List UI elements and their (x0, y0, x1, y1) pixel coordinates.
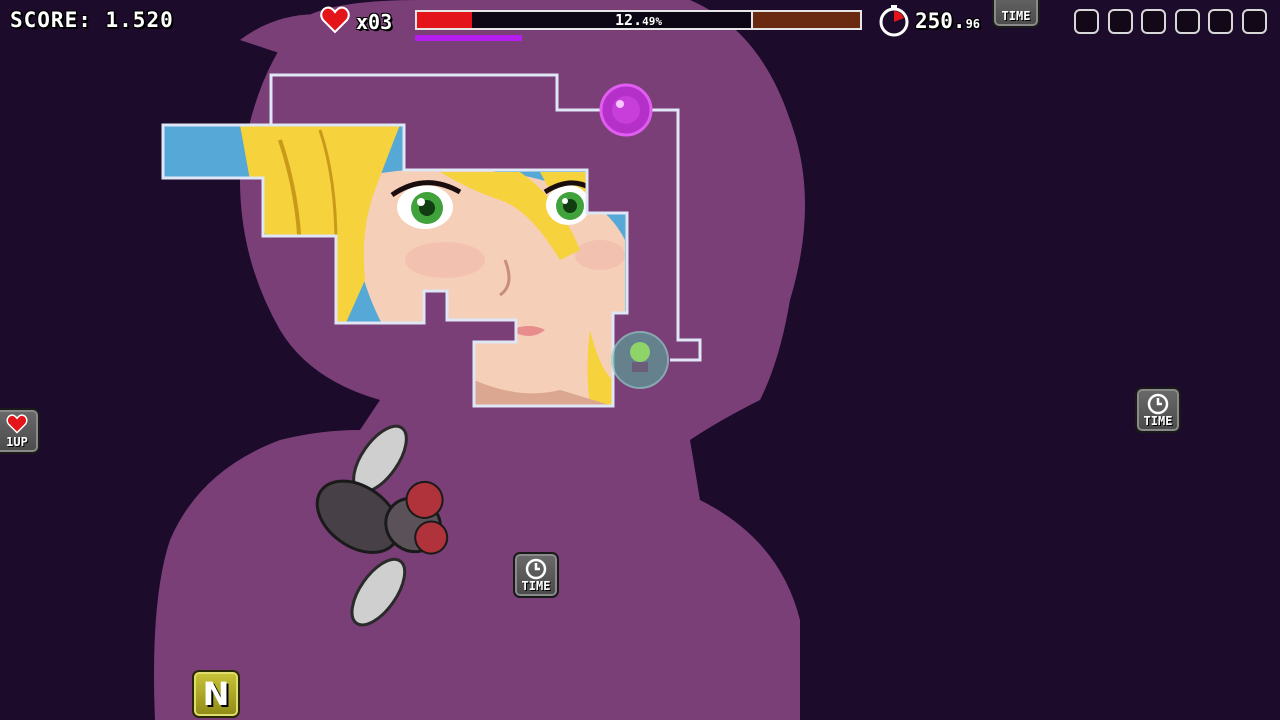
inventory-slot (1174, 9, 1200, 34)
time-pickup-top: TIME (992, 0, 1040, 28)
reveal-progress-bar: 12.49% (415, 10, 862, 30)
game-scene (154, 0, 805, 720)
progress-percent-decimals: 49% (642, 15, 662, 28)
oneup-pickup: 1UP (0, 408, 40, 454)
bubble-enemy (611, 331, 669, 389)
timer-display: 250.96 (915, 9, 980, 33)
lives-counter: x03 (356, 10, 393, 34)
score-label: SCORE: (10, 8, 92, 32)
n-powerup: N (192, 670, 240, 718)
heart-icon (320, 6, 350, 34)
progress-percent-main: 12. (615, 11, 643, 29)
heart-icon (6, 414, 28, 434)
stopwatch-icon (879, 5, 909, 37)
timer-decimals: 96 (965, 17, 981, 31)
inventory-slot (1242, 9, 1267, 34)
inventory-slot (1208, 9, 1234, 34)
time-pickup-label: TIME (1001, 9, 1031, 23)
score-value: 1.520 (105, 8, 174, 32)
inventory-slot (1141, 9, 1167, 34)
clock-icon (1147, 393, 1169, 415)
inventory-slot (1107, 9, 1133, 34)
time-pickup-center: TIME (513, 552, 559, 598)
power-sub-bar (415, 35, 522, 41)
progress-percent-text: 12.49% (417, 12, 860, 30)
time-pickup-label: TIME (521, 579, 551, 593)
player-marker (599, 83, 653, 137)
inventory-slot (1074, 9, 1099, 34)
time-pickup-right: TIME (1135, 387, 1181, 433)
clock-icon (525, 558, 547, 580)
time-pickup-label: TIME (1143, 414, 1173, 428)
timer-main: 250. (915, 9, 966, 33)
score-display: SCORE: 1.520 (10, 8, 174, 32)
oneup-pickup-label: 1UP (6, 435, 28, 449)
